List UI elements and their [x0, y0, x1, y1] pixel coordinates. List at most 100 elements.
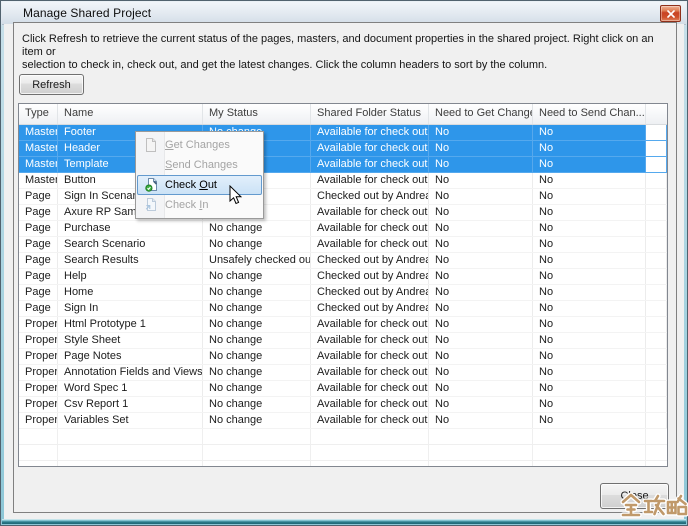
row-filler — [646, 269, 667, 284]
menu-item-label: Check In — [165, 199, 208, 211]
cell-my_status: No change — [203, 317, 311, 332]
menu-item-check-out[interactable]: Check Out — [137, 175, 262, 195]
table-row[interactable]: MasterFooterNo changeAvailable for check… — [19, 125, 667, 141]
row-filler — [646, 397, 667, 412]
row-filler — [646, 189, 667, 204]
cell-need_get: No — [429, 301, 533, 316]
table-row[interactable]: PropertyCsv Report 1No changeAvailable f… — [19, 397, 667, 413]
table-row[interactable]: PropertyVariables SetNo changeAvailable … — [19, 413, 667, 429]
cell-need_send: No — [533, 173, 646, 188]
cell-need_get: No — [429, 333, 533, 348]
close-icon — [667, 10, 675, 18]
cell-need_send: No — [533, 125, 646, 140]
row-filler — [646, 365, 667, 380]
cell-type: Master — [19, 125, 58, 140]
empty-grid-rows — [19, 429, 667, 466]
row-filler — [646, 413, 667, 428]
table-row[interactable]: PageSearch ScenarioNo changeAvailable fo… — [19, 237, 667, 253]
status-table: Type Name My Status Shared Folder Status… — [18, 103, 668, 467]
table-row[interactable]: MasterTemplateNo changeAvailable for che… — [19, 157, 667, 173]
column-header-need-send-changes[interactable]: Need to Send Chan... — [533, 104, 646, 124]
titlebar-close-button[interactable] — [660, 5, 681, 22]
table-row[interactable]: PagePurchaseNo changeAvailable for check… — [19, 221, 667, 237]
cell-my_status: No change — [203, 365, 311, 380]
cell-need_get: No — [429, 365, 533, 380]
row-filler — [646, 253, 667, 268]
cell-my_status: No change — [203, 333, 311, 348]
column-header-need-get-changes[interactable]: Need to Get Changes — [429, 104, 533, 124]
table-row[interactable]: MasterButtonNo changeAvailable for check… — [19, 173, 667, 189]
row-filler — [646, 333, 667, 348]
check-out-icon — [138, 178, 165, 192]
column-header-type[interactable]: Type — [19, 104, 58, 124]
table-row[interactable]: PageAxure RP SampleNo changeAvailable fo… — [19, 205, 667, 221]
menu-item-send-changes[interactable]: Send Changes — [136, 155, 263, 175]
cell-need_get: No — [429, 237, 533, 252]
row-filler — [646, 157, 667, 172]
cell-shared_status: Available for check out — [311, 317, 429, 332]
cell-need_send: No — [533, 141, 646, 156]
menu-item-label: Send Changes — [165, 159, 238, 171]
cell-my_status: No change — [203, 397, 311, 412]
cell-need_get: No — [429, 205, 533, 220]
column-header-shared-folder-status[interactable]: Shared Folder Status — [311, 104, 429, 124]
column-header-name[interactable]: Name — [58, 104, 203, 124]
cell-type: Page — [19, 285, 58, 300]
cell-type: Property — [19, 413, 58, 428]
row-filler — [646, 349, 667, 364]
cell-shared_status: Available for check out — [311, 205, 429, 220]
cell-type: Property — [19, 349, 58, 364]
cell-need_get: No — [429, 397, 533, 412]
cell-shared_status: Checked out by Andrea — [311, 189, 429, 204]
table-row[interactable]: PageHomeNo changeChecked out by AndreaNo… — [19, 285, 667, 301]
menu-item-check-in[interactable]: Check In — [136, 195, 263, 215]
cell-type: Page — [19, 221, 58, 236]
cell-shared_status: Available for check out — [311, 381, 429, 396]
column-header-my-status[interactable]: My Status — [203, 104, 311, 124]
cell-shared_status: Checked out by Andrea — [311, 269, 429, 284]
cell-need_send: No — [533, 333, 646, 348]
table-header: Type Name My Status Shared Folder Status… — [19, 104, 667, 125]
cell-type: Master — [19, 141, 58, 156]
cell-name: Style Sheet — [58, 333, 203, 348]
table-row[interactable]: PageSearch ResultsUnsafely checked outCh… — [19, 253, 667, 269]
table-body: MasterFooterNo changeAvailable for check… — [19, 125, 667, 466]
cell-shared_status: Available for check out — [311, 349, 429, 364]
cell-shared_status: Available for check out — [311, 397, 429, 412]
cell-name: Purchase — [58, 221, 203, 236]
cell-need_send: No — [533, 317, 646, 332]
table-row[interactable]: PropertyPage NotesNo changeAvailable for… — [19, 349, 667, 365]
row-filler — [646, 125, 667, 140]
table-row[interactable]: PropertyAnnotation Fields and ViewsNo ch… — [19, 365, 667, 381]
cell-shared_status: Checked out by Andrea — [311, 301, 429, 316]
table-row[interactable]: PropertyStyle SheetNo changeAvailable fo… — [19, 333, 667, 349]
menu-item-get-changes[interactable]: Get Changes — [136, 135, 263, 155]
cell-need_send: No — [533, 413, 646, 428]
cell-name: Help — [58, 269, 203, 284]
cell-need_send: No — [533, 157, 646, 172]
window-title: Manage Shared Project — [23, 6, 151, 20]
table-row[interactable]: PropertyWord Spec 1No changeAvailable fo… — [19, 381, 667, 397]
cell-name: Annotation Fields and Views — [58, 365, 203, 380]
cell-shared_status: Available for check out — [311, 141, 429, 156]
table-row[interactable]: PageSign In ScenarioNo changeChecked out… — [19, 189, 667, 205]
cell-need_get: No — [429, 269, 533, 284]
instructions-line1: Click Refresh to retrieve the current st… — [22, 33, 677, 59]
row-filler — [646, 317, 667, 332]
check-in-icon — [136, 198, 165, 212]
refresh-button[interactable]: Refresh — [19, 74, 84, 95]
cell-need_send: No — [533, 349, 646, 364]
row-filler — [646, 173, 667, 188]
cell-shared_status: Checked out by Andrea — [311, 285, 429, 300]
table-row[interactable]: MasterHeaderNo changeAvailable for check… — [19, 141, 667, 157]
instructions-text: Click Refresh to retrieve the current st… — [22, 33, 677, 72]
cell-name: Word Spec 1 — [58, 381, 203, 396]
table-row[interactable]: PageSign InNo changeChecked out by Andre… — [19, 301, 667, 317]
row-filler — [646, 301, 667, 316]
cell-my_status: No change — [203, 301, 311, 316]
table-row[interactable]: PropertyHtml Prototype 1No changeAvailab… — [19, 317, 667, 333]
cell-need_send: No — [533, 365, 646, 380]
table-row[interactable]: PageHelpNo changeChecked out by AndreaNo… — [19, 269, 667, 285]
cell-need_send: No — [533, 237, 646, 252]
cell-shared_status: Available for check out — [311, 125, 429, 140]
